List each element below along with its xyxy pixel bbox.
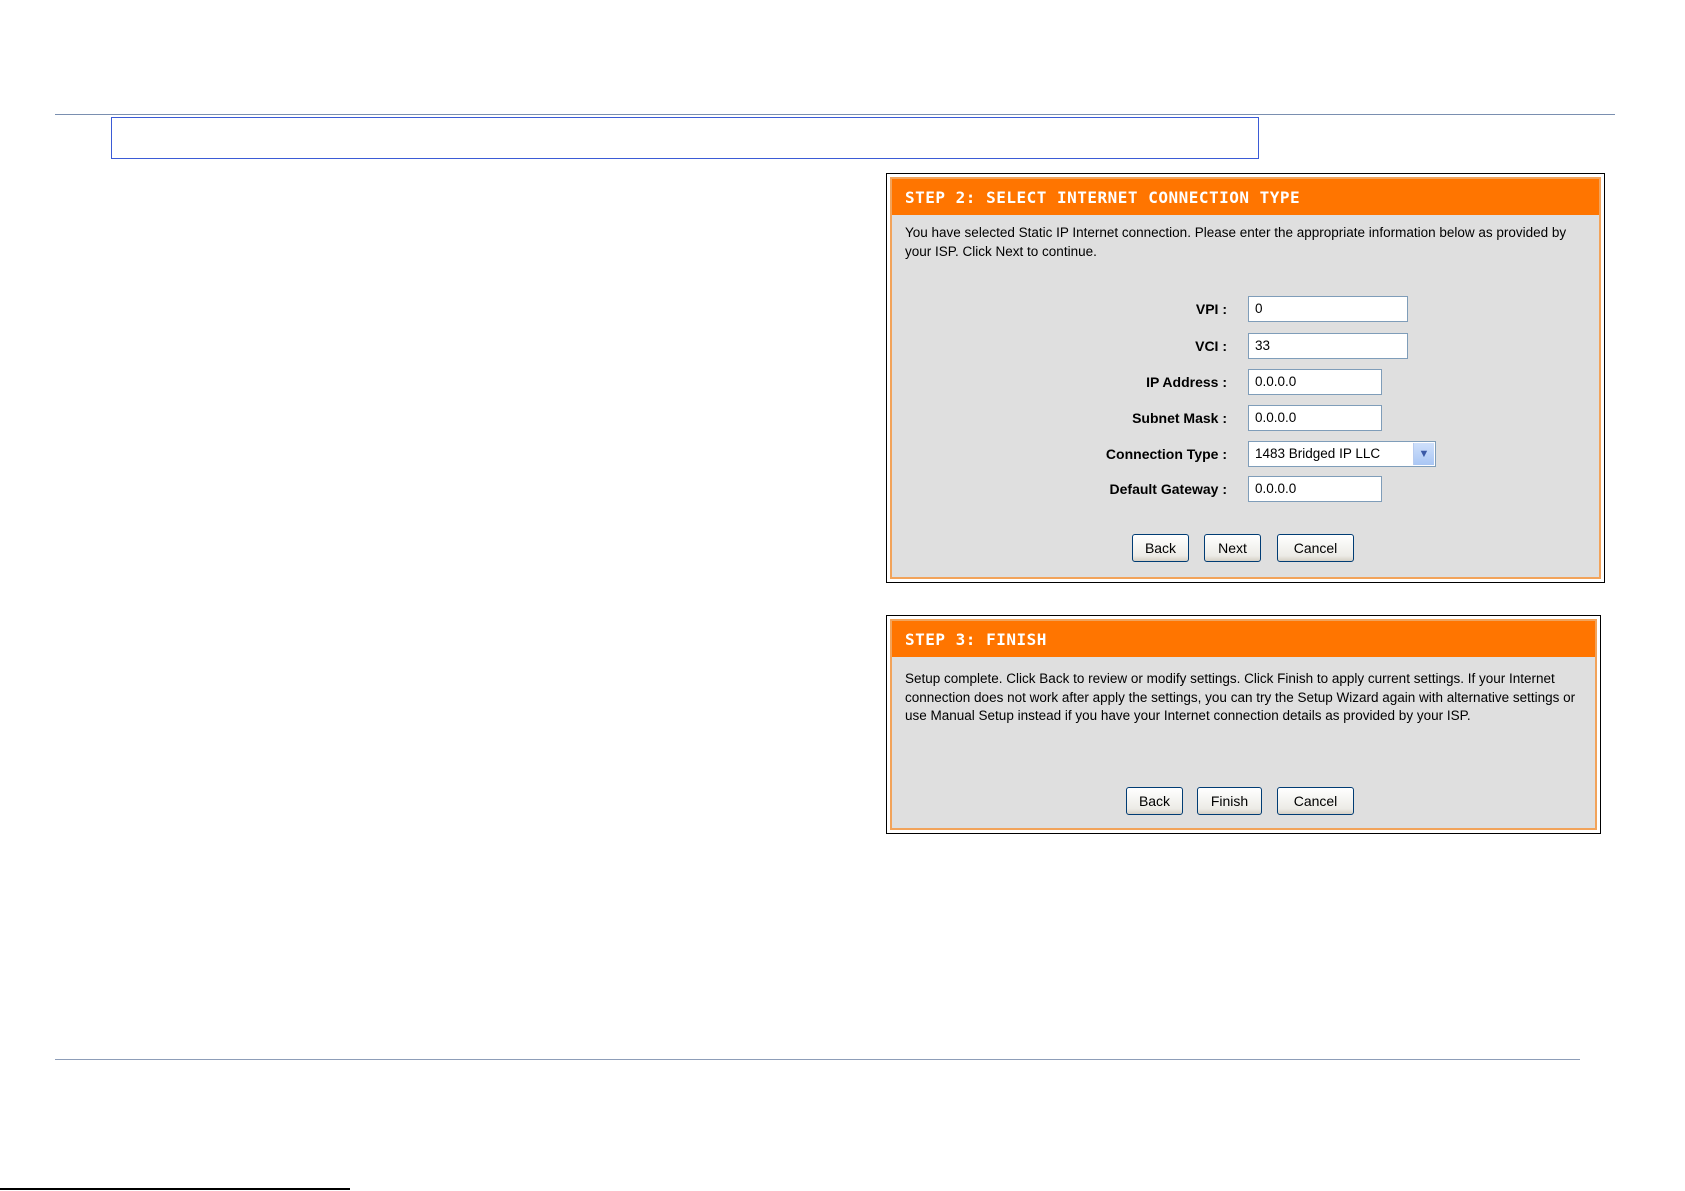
cancel-button[interactable]: Cancel — [1277, 787, 1354, 815]
default-gateway-label: Default Gateway : — [1109, 481, 1227, 497]
default-gateway-row: Default Gateway : 0.0.0.0 — [892, 476, 1599, 504]
vci-row: VCI : 33 — [892, 333, 1599, 361]
ip-address-row: IP Address : 0.0.0.0 — [892, 369, 1599, 397]
back-button[interactable]: Back — [1126, 787, 1183, 815]
step2-title: STEP 2: SELECT INTERNET CONNECTION TYPE — [892, 179, 1599, 215]
next-button[interactable]: Next — [1204, 534, 1261, 562]
subnet-mask-input[interactable]: 0.0.0.0 — [1248, 405, 1382, 431]
back-button[interactable]: Back — [1132, 534, 1189, 562]
vpi-label: VPI : — [1195, 301, 1227, 317]
subnet-mask-row: Subnet Mask : 0.0.0.0 — [892, 405, 1599, 433]
footer-rule — [0, 1188, 350, 1190]
ip-address-label: IP Address : — [1146, 374, 1227, 390]
bottom-divider — [55, 1059, 1580, 1060]
vpi-row: VPI : 0 — [892, 296, 1599, 324]
header-box — [111, 117, 1259, 159]
step3-panel-body: STEP 3: FINISH Setup complete. Click Bac… — [890, 619, 1597, 830]
subnet-mask-label: Subnet Mask : — [1132, 410, 1227, 426]
step3-description: Setup complete. Click Back to review or … — [905, 671, 1576, 723]
connection-type-label: Connection Type : — [1105, 446, 1227, 462]
step3-title: STEP 3: FINISH — [892, 621, 1595, 657]
vci-input[interactable]: 33 — [1248, 333, 1408, 359]
vpi-input[interactable]: 0 — [1248, 296, 1408, 322]
finish-button[interactable]: Finish — [1197, 787, 1262, 815]
connection-type-value: 1483 Bridged IP LLC — [1255, 446, 1381, 461]
default-gateway-input[interactable]: 0.0.0.0 — [1248, 476, 1382, 502]
step3-panel: STEP 3: FINISH Setup complete. Click Bac… — [886, 615, 1601, 834]
connection-type-select[interactable]: 1483 Bridged IP LLC ▼ — [1248, 441, 1436, 467]
connection-type-row: Connection Type : 1483 Bridged IP LLC ▼ — [892, 441, 1599, 469]
step2-panel: STEP 2: SELECT INTERNET CONNECTION TYPE … — [886, 173, 1605, 583]
cancel-button[interactable]: Cancel — [1277, 534, 1354, 562]
step2-panel-body: STEP 2: SELECT INTERNET CONNECTION TYPE … — [890, 177, 1601, 579]
ip-address-input[interactable]: 0.0.0.0 — [1248, 369, 1382, 395]
vci-label: VCI : — [1195, 338, 1227, 354]
step2-description: You have selected Static IP Internet con… — [905, 225, 1567, 259]
chevron-down-icon[interactable]: ▼ — [1413, 443, 1434, 465]
top-divider — [55, 114, 1615, 115]
